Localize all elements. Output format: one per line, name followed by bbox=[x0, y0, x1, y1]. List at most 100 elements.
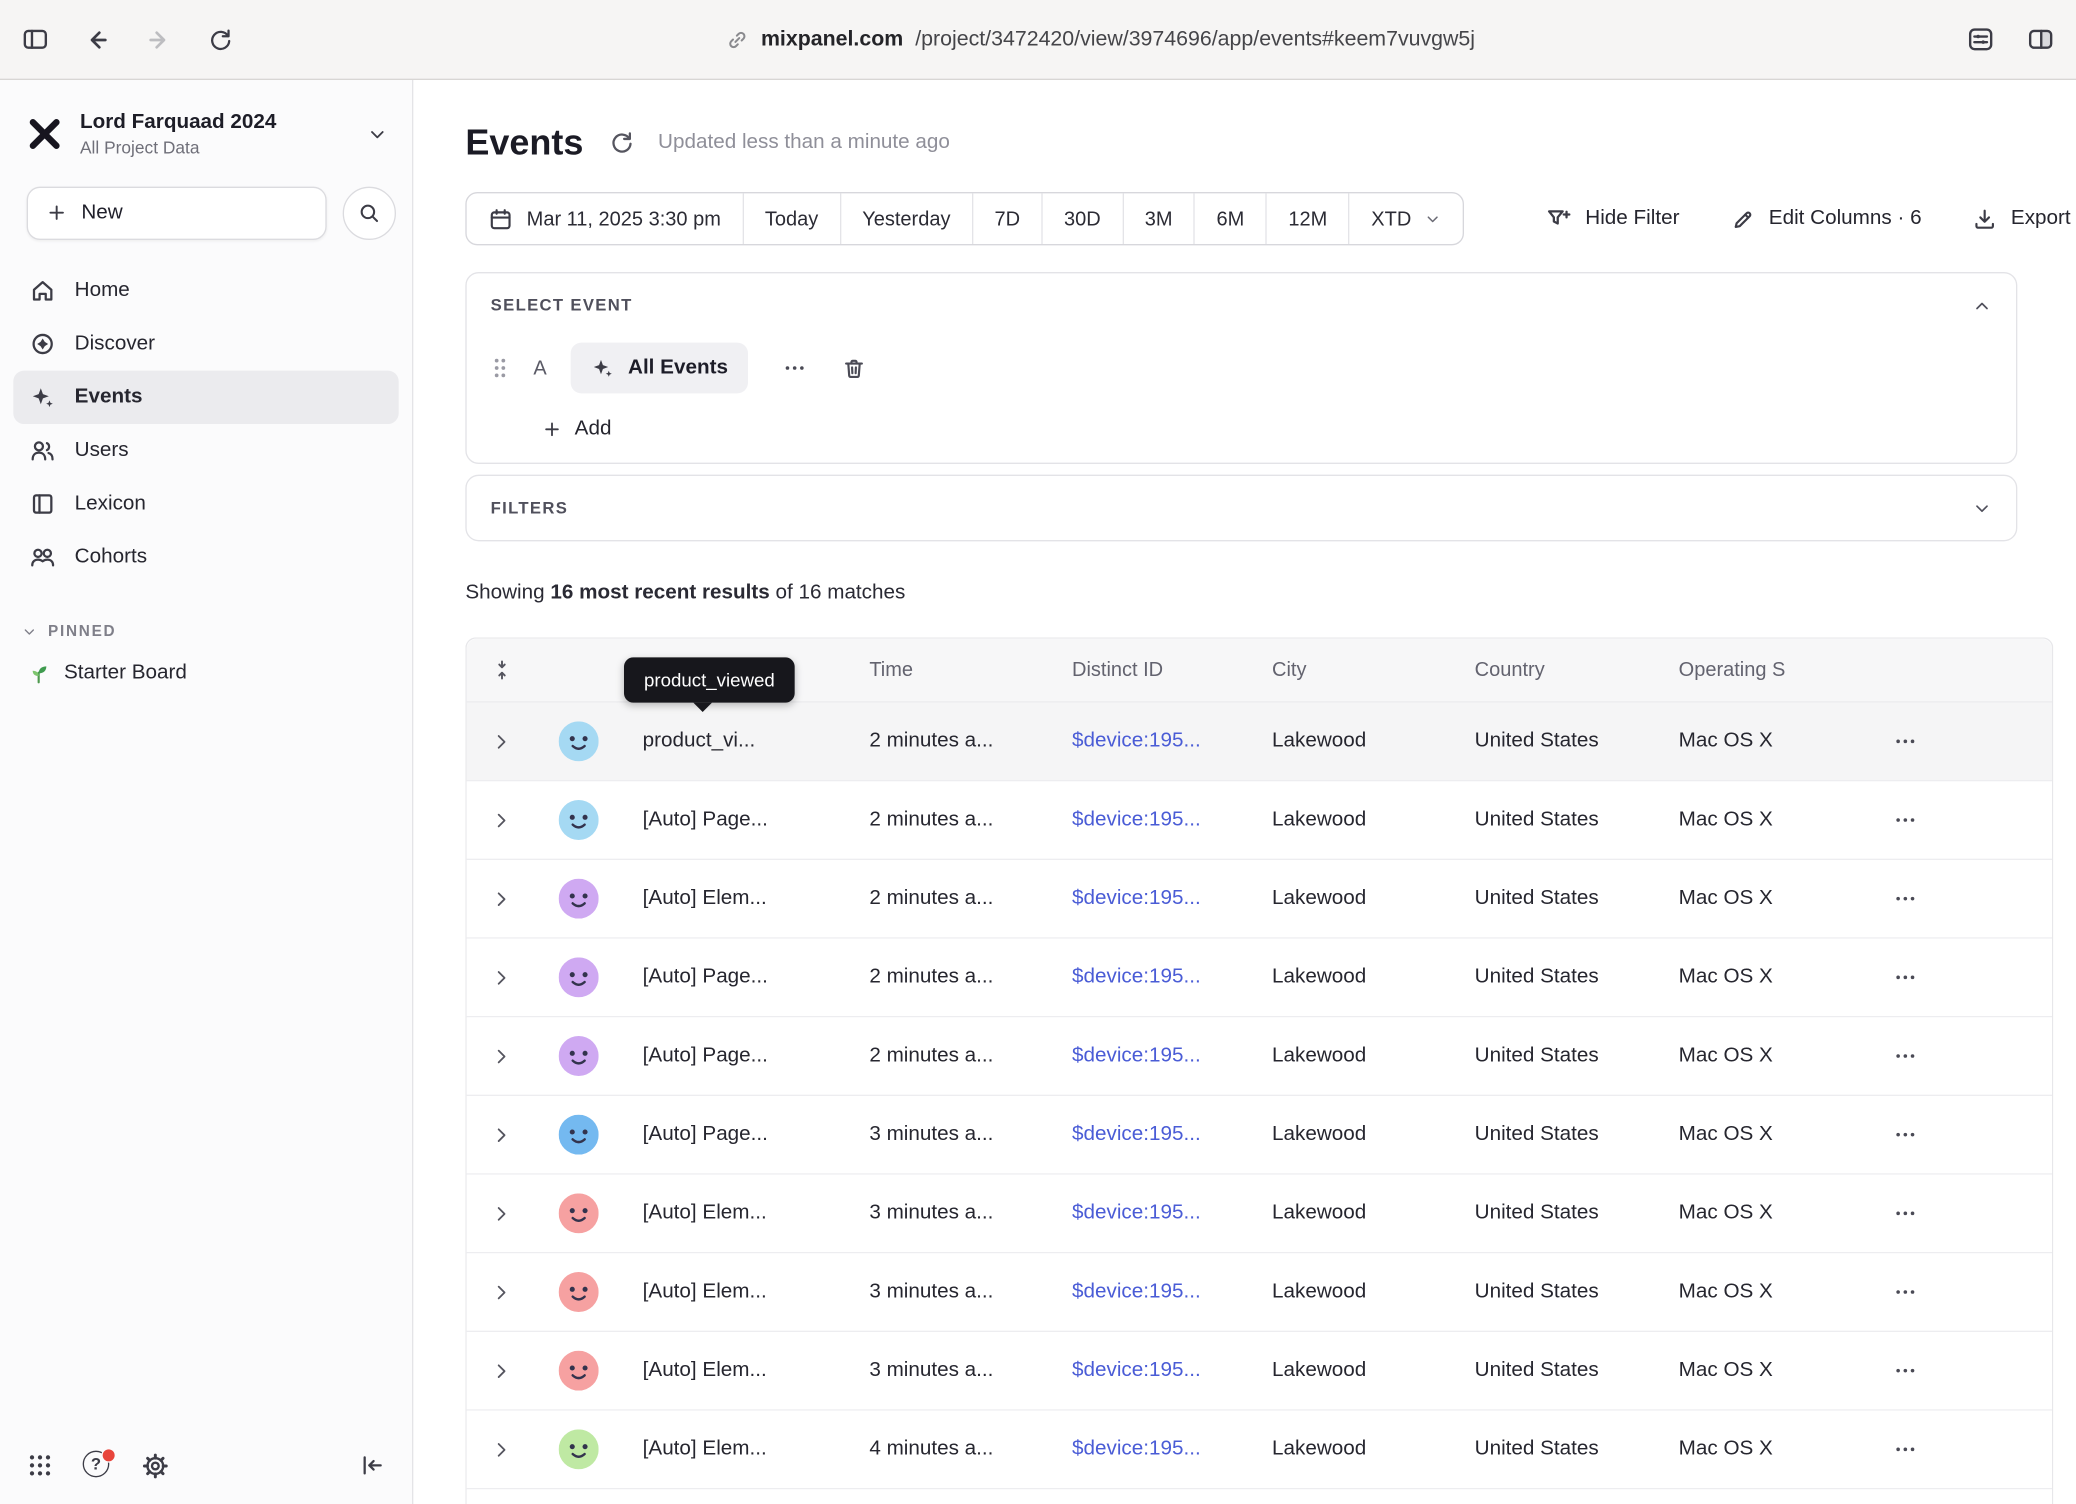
row-overflow-icon[interactable] bbox=[1893, 1359, 1917, 1383]
range-yesterday[interactable]: Yesterday bbox=[840, 193, 972, 244]
table-row[interactable]: [Auto] Elem... 2 minutes a... $device:19… bbox=[467, 860, 2052, 939]
chevron-down-icon[interactable] bbox=[1972, 498, 1992, 518]
pinned-section-toggle[interactable]: PINNED bbox=[0, 623, 412, 639]
table-row[interactable]: [Auto] Page... 3 minutes a... $device:19… bbox=[467, 1096, 2052, 1175]
reload-icon[interactable] bbox=[207, 26, 234, 53]
table-row[interactable]: [Auto] Elem... 3 minutes a... $device:19… bbox=[467, 1175, 2052, 1254]
apps-grid-icon[interactable] bbox=[27, 1452, 54, 1479]
distinct-id-link[interactable]: $device:195... bbox=[1072, 1280, 1201, 1304]
range-today[interactable]: Today bbox=[742, 193, 839, 244]
split-view-icon[interactable] bbox=[2027, 25, 2055, 53]
drag-handle-icon[interactable] bbox=[491, 356, 510, 380]
expand-row-icon[interactable] bbox=[491, 1281, 512, 1302]
row-overflow-icon[interactable] bbox=[1893, 887, 1917, 911]
search-button[interactable] bbox=[343, 186, 396, 239]
column-header-city[interactable]: City bbox=[1251, 659, 1454, 682]
range-30d[interactable]: 30D bbox=[1041, 193, 1122, 244]
back-icon[interactable] bbox=[84, 26, 111, 53]
expand-row-icon[interactable] bbox=[491, 1124, 512, 1145]
range-6m[interactable]: 6M bbox=[1194, 193, 1266, 244]
project-switcher[interactable]: Lord Farquaad 2024 All Project Data bbox=[0, 80, 412, 175]
range-3m[interactable]: 3M bbox=[1122, 193, 1194, 244]
sidebar-item-discover[interactable]: Discover bbox=[13, 317, 398, 370]
book-icon bbox=[29, 490, 56, 517]
table-row[interactable]: [Auto] Page... 2 minutes a... $device:19… bbox=[467, 1017, 2052, 1096]
refresh-icon[interactable] bbox=[607, 129, 634, 156]
sidebar-item-lexicon[interactable]: Lexicon bbox=[13, 477, 398, 530]
city-cell: Lakewood bbox=[1251, 1359, 1454, 1383]
sidebar-item-cohorts[interactable]: Cohorts bbox=[13, 530, 398, 583]
row-overflow-icon[interactable] bbox=[1893, 965, 1917, 989]
url-domain: mixpanel.com bbox=[761, 27, 903, 51]
event-options-icon[interactable] bbox=[783, 356, 807, 380]
hide-filter-button[interactable]: Hide Filter bbox=[1545, 205, 1679, 232]
row-overflow-icon[interactable] bbox=[1893, 808, 1917, 832]
event-selector[interactable]: All Events bbox=[571, 343, 748, 394]
gear-icon[interactable] bbox=[141, 1451, 169, 1479]
column-header-time[interactable]: Time bbox=[848, 659, 1051, 682]
expand-row-icon[interactable] bbox=[491, 1203, 512, 1224]
distinct-id-link[interactable]: $device:195... bbox=[1072, 1123, 1201, 1147]
trash-icon[interactable] bbox=[841, 355, 866, 380]
edit-columns-button[interactable]: Edit Columns · 6 bbox=[1730, 206, 1921, 231]
page-settings-icon[interactable] bbox=[1967, 25, 1995, 53]
row-overflow-icon[interactable] bbox=[1893, 729, 1917, 753]
distinct-id-link[interactable]: $device:195... bbox=[1072, 1359, 1201, 1383]
row-overflow-icon[interactable] bbox=[1893, 1437, 1917, 1461]
table-row[interactable]: [Auto] Page... 2 minutes a... $device:19… bbox=[467, 939, 2052, 1018]
distinct-id-link[interactable]: $device:195... bbox=[1072, 729, 1201, 753]
chevron-up-icon[interactable] bbox=[1972, 295, 1992, 315]
row-overflow-icon[interactable] bbox=[1893, 1201, 1917, 1225]
chevron-down-icon bbox=[1425, 210, 1442, 227]
table-row[interactable]: [Auto] Elem... 3 minutes a... $device:19… bbox=[467, 1253, 2052, 1332]
table-row[interactable] bbox=[467, 1489, 2052, 1504]
event-name-cell: [Auto] Elem... bbox=[621, 1437, 848, 1461]
range-7d[interactable]: 7D bbox=[972, 193, 1042, 244]
url-bar[interactable]: mixpanel.com/project/3472420/view/397469… bbox=[233, 27, 1966, 51]
column-header-country[interactable]: Country bbox=[1453, 659, 1657, 682]
distinct-id-link[interactable]: $device:195... bbox=[1072, 1201, 1201, 1225]
table-row[interactable]: [Auto] Page... 2 minutes a... $device:19… bbox=[467, 781, 2052, 860]
column-header-os[interactable]: Operating S bbox=[1657, 659, 1870, 682]
sidebar-item-events[interactable]: Events bbox=[13, 370, 398, 423]
row-overflow-icon[interactable] bbox=[1893, 1280, 1917, 1304]
forward-icon[interactable] bbox=[145, 26, 172, 53]
distinct-id-link[interactable]: $device:195... bbox=[1072, 965, 1201, 989]
distinct-id-link[interactable]: $device:195... bbox=[1072, 1437, 1201, 1461]
results-summary: Showing 16 most recent results of 16 mat… bbox=[465, 581, 2076, 605]
event-name-cell: product_vi... bbox=[621, 729, 848, 753]
row-overflow-icon[interactable] bbox=[1893, 1044, 1917, 1068]
date-picker-button[interactable]: Mar 11, 2025 3:30 pm bbox=[467, 193, 743, 244]
expand-row-icon[interactable] bbox=[491, 731, 512, 752]
distinct-id-link[interactable]: $device:195... bbox=[1072, 1044, 1201, 1068]
expand-row-icon[interactable] bbox=[491, 1439, 512, 1460]
collapse-rows-icon[interactable] bbox=[490, 659, 513, 682]
collapse-sidebar-icon[interactable] bbox=[359, 1452, 386, 1479]
range-12m[interactable]: 12M bbox=[1266, 193, 1349, 244]
column-header-distinct-id[interactable]: Distinct ID bbox=[1051, 659, 1251, 682]
row-overflow-icon[interactable] bbox=[1893, 1123, 1917, 1147]
time-cell: 3 minutes a... bbox=[848, 1201, 1051, 1225]
sidebar-item-starter-board[interactable]: Starter Board bbox=[0, 661, 412, 685]
distinct-id-link[interactable]: $device:195... bbox=[1072, 808, 1201, 832]
time-cell: 2 minutes a... bbox=[848, 1044, 1051, 1068]
table-row[interactable]: [Auto] Elem... 4 minutes a... $device:19… bbox=[467, 1411, 2052, 1490]
export-button[interactable]: Export bbox=[1972, 206, 2070, 231]
expand-row-icon[interactable] bbox=[491, 967, 512, 988]
country-cell: United States bbox=[1453, 1437, 1657, 1461]
expand-row-icon[interactable] bbox=[491, 1045, 512, 1066]
chevron-down-icon bbox=[367, 124, 388, 145]
table-row[interactable]: [Auto] Elem... 3 minutes a... $device:19… bbox=[467, 1332, 2052, 1411]
distinct-id-link[interactable]: $device:195... bbox=[1072, 887, 1201, 911]
new-button[interactable]: New bbox=[27, 186, 327, 239]
range-xtd[interactable]: XTD bbox=[1349, 193, 1464, 244]
sidebar-item-home[interactable]: Home bbox=[13, 263, 398, 316]
expand-row-icon[interactable] bbox=[491, 1360, 512, 1381]
sparkle-icon bbox=[591, 356, 615, 380]
sidebar-item-users[interactable]: Users bbox=[13, 423, 398, 476]
expand-row-icon[interactable] bbox=[491, 809, 512, 830]
toggle-sidebar-icon[interactable] bbox=[21, 25, 49, 53]
help-button[interactable]: ? bbox=[83, 1451, 112, 1480]
add-event-button[interactable]: Add bbox=[541, 415, 1992, 444]
expand-row-icon[interactable] bbox=[491, 888, 512, 909]
